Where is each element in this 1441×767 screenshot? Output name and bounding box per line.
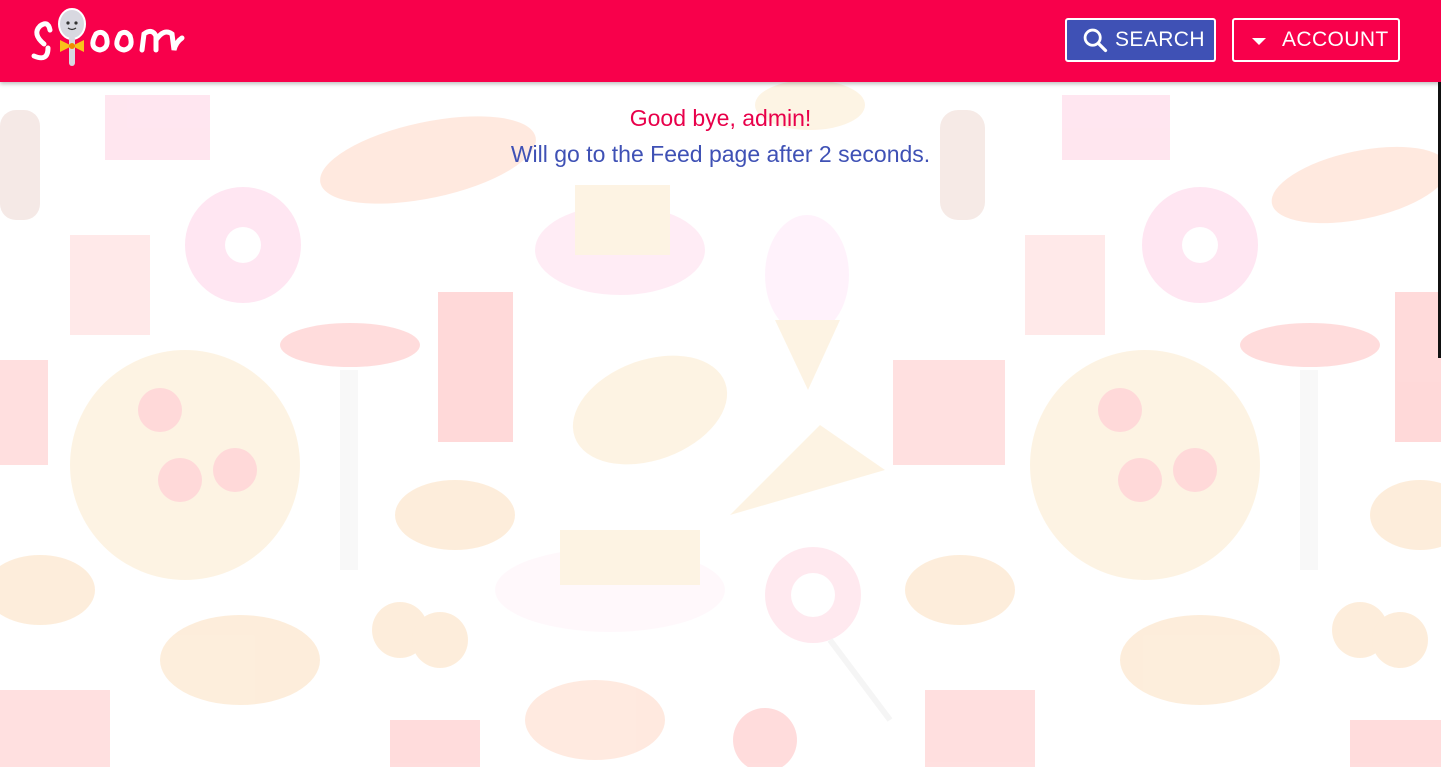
spoon-logo[interactable] [26, 4, 186, 74]
app-bar: SEARCH ACCOUNT [0, 0, 1441, 82]
search-button[interactable]: SEARCH [1065, 18, 1216, 62]
logout-message-area: Good bye, admin! Will go to the Feed pag… [0, 82, 1441, 168]
redirect-message: Will go to the Feed page after 2 seconds… [510, 141, 931, 167]
account-menu-button[interactable]: ACCOUNT [1232, 18, 1400, 62]
account-button-label: ACCOUNT [1282, 28, 1389, 51]
goodbye-message: Good bye, admin! [629, 105, 812, 131]
search-icon [1083, 28, 1108, 53]
search-button-label: SEARCH [1115, 28, 1205, 51]
caret-down-icon [1252, 37, 1266, 45]
